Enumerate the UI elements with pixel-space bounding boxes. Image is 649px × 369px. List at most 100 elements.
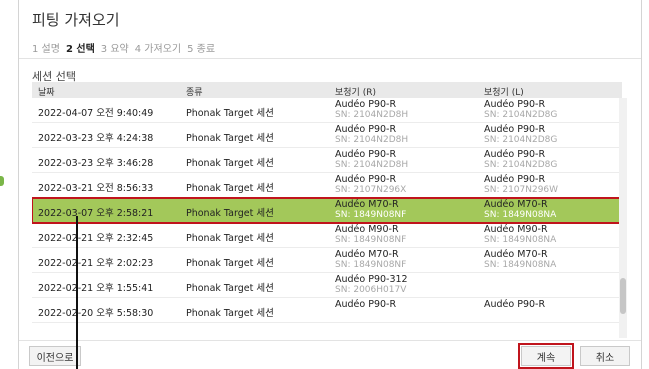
left-aid-serial: SN: 1849N08NA <box>484 210 557 220</box>
cell-type: Phonak Target 세션 <box>186 133 274 144</box>
right-aid-model: Audéo M70-R <box>335 249 399 260</box>
scrollbar-thumb[interactable] <box>620 278 626 314</box>
right-aid-model: Audéo P90-R <box>335 149 397 160</box>
callout-line <box>76 216 78 369</box>
table-row[interactable]: 2022-02-20 오후 5:58:30 Phonak Target 세션 Aud… <box>32 298 622 323</box>
cell-right-aid: Audéo P90-R SN: 2104N2D8H <box>335 99 408 121</box>
back-button[interactable]: 이전으로 <box>29 346 81 366</box>
cell-left-aid: Audéo P90-R SN: 2107N296W <box>484 174 558 196</box>
table-row[interactable]: 2022-02-21 오후 2:32:45 Phonak Target 세션 Aud… <box>32 223 622 248</box>
cancel-button[interactable]: 취소 <box>580 346 630 366</box>
header-left-aid[interactable]: 보청기 (L) <box>484 85 524 98</box>
left-aid-model: Audéo P90-R <box>484 99 546 110</box>
divider <box>19 58 641 59</box>
step-2-current: 2 선택 <box>65 44 95 55</box>
cell-left-aid: Audéo P90-R SN: 2104N2D8G <box>484 99 557 121</box>
cell-date: 2022-02-21 오후 2:32:45 <box>38 233 154 244</box>
table-header: 날짜 종류 보청기 (R) 보청기 (L) <box>32 82 622 98</box>
right-aid-model: Audéo M90-R <box>335 224 399 235</box>
cell-date: 2022-03-23 오후 3:46:28 <box>38 158 154 169</box>
right-aid-model: Audéo P90-312 <box>335 274 408 285</box>
left-aid-model: Audéo M90-R <box>484 224 548 235</box>
step-indicator: 1 설명 2 선택 3 요약 4 가져오기 5 종료 <box>32 40 215 55</box>
left-aid-serial: SN: 2104N2D8G <box>484 160 558 170</box>
cell-left-aid: Audéo P90-R SN: 2104N2D8G <box>484 149 557 171</box>
header-right-aid[interactable]: 보청기 (R) <box>335 85 376 98</box>
cell-left-aid: Audéo P90-R <box>484 299 545 310</box>
step-5: 5 종료 <box>187 44 216 55</box>
cell-date: 2022-02-20 오후 5:58:30 <box>38 308 154 319</box>
cell-left-aid: Audéo M70-R SN: 1849N08NA <box>484 249 556 271</box>
continue-button[interactable]: 계속 <box>518 343 574 369</box>
cell-type: Phonak Target 세션 <box>186 108 274 119</box>
left-aid-model: Audéo P90-R <box>484 299 546 310</box>
right-aid-model: Audéo P90-R <box>335 299 397 310</box>
session-table: 날짜 종류 보청기 (R) 보청기 (L) 2022-04-07 오전 9:40… <box>32 82 630 340</box>
cell-left-aid: Audéo M70-R SN: 1849N08NA <box>484 199 556 221</box>
cell-date: 2022-03-21 오전 8:56:33 <box>38 183 154 194</box>
right-aid-serial: SN: 1849N08NF <box>335 260 407 270</box>
right-aid-serial: SN: 2104N2D8H <box>335 160 409 170</box>
step-4: 4 가져오기 <box>134 44 182 55</box>
vertical-scrollbar[interactable] <box>619 98 627 338</box>
cell-type: Phonak Target 세션 <box>186 233 274 244</box>
cell-right-aid: Audéo M90-R SN: 1849N08NF <box>335 224 406 246</box>
left-gutter <box>0 0 18 369</box>
step-1: 1 설명 <box>32 44 60 55</box>
cell-type: Phonak Target 세션 <box>186 208 274 219</box>
table-row[interactable]: 2022-02-21 오후 2:02:23 Phonak Target 세션 Aud… <box>32 248 622 273</box>
table-body: 2022-04-07 오전 9:40:49 Phonak Target 세션 Aud… <box>32 98 623 323</box>
cell-left-aid: Audéo P90-R SN: 2104N2D8G <box>484 124 557 146</box>
cell-right-aid: Audéo P90-312 SN: 2006H017V <box>335 274 408 296</box>
cell-date: 2022-02-21 오후 2:02:23 <box>38 258 154 269</box>
green-marker-icon <box>0 176 4 186</box>
right-aid-serial: SN: 1849N08NF <box>335 235 407 245</box>
header-date[interactable]: 날짜 <box>38 85 55 98</box>
right-aid-model: Audéo P90-R <box>335 174 397 185</box>
table-row[interactable]: 2022-03-23 오후 4:24:38 Phonak Target 세션 Aud… <box>32 123 622 148</box>
cell-left-aid: Audéo M90-R SN: 1849N08NA <box>484 224 556 246</box>
table-row[interactable]: 2022-02-21 오후 1:55:41 Phonak Target 세션 Aud… <box>32 273 622 298</box>
cell-date: 2022-04-07 오전 9:40:49 <box>38 108 154 119</box>
right-aid-model: Audéo P90-R <box>335 99 397 110</box>
cell-right-aid: Audéo P90-R SN: 2104N2D8H <box>335 149 408 171</box>
left-aid-serial: SN: 1849N08NA <box>484 235 557 245</box>
right-aid-serial: SN: 2104N2D8H <box>335 135 409 145</box>
right-aid-serial: SN: 2107N296X <box>335 185 407 195</box>
cell-right-aid: Audéo M70-R SN: 1849N08NF <box>335 249 406 271</box>
left-aid-model: Audéo M70-R <box>484 199 548 210</box>
cell-type: Phonak Target 세션 <box>186 258 274 269</box>
cell-type: Phonak Target 세션 <box>186 183 274 194</box>
table-row-selected[interactable]: 2022-03-07 오후 2:58:21 Phonak Target 세션 Aud… <box>32 197 623 224</box>
import-fitting-dialog: 피팅 가져오기 1 설명 2 선택 3 요약 4 가져오기 5 종료 세션 선택… <box>18 0 642 369</box>
cell-right-aid: Audéo M70-R SN: 1849N08NF <box>335 199 406 221</box>
left-aid-model: Audéo P90-R <box>484 149 546 160</box>
right-aid-serial: SN: 2104N2D8H <box>335 110 409 120</box>
left-aid-model: Audéo P90-R <box>484 124 546 135</box>
cell-type: Phonak Target 세션 <box>186 283 274 294</box>
cell-type: Phonak Target 세션 <box>186 308 274 319</box>
left-aid-serial: SN: 2104N2D8G <box>484 135 558 145</box>
table-row[interactable]: 2022-03-23 오후 3:46:28 Phonak Target 세션 Aud… <box>32 148 622 173</box>
header-type[interactable]: 종류 <box>186 85 203 98</box>
cell-right-aid: Audéo P90-R SN: 2104N2D8H <box>335 124 408 146</box>
cell-right-aid: Audéo P90-R <box>335 299 396 310</box>
table-row[interactable]: 2022-03-21 오전 8:56:33 Phonak Target 세션 Aud… <box>32 173 622 198</box>
cell-type: Phonak Target 세션 <box>186 158 274 169</box>
dialog-title: 피팅 가져오기 <box>32 11 120 29</box>
left-aid-serial: SN: 1849N08NA <box>484 260 557 270</box>
right-aid-serial: SN: 1849N08NF <box>335 210 407 220</box>
cell-date: 2022-03-07 오후 2:58:21 <box>38 208 154 219</box>
divider <box>19 340 641 341</box>
cell-date: 2022-03-23 오후 4:24:38 <box>38 133 154 144</box>
left-aid-serial: SN: 2104N2D8G <box>484 110 558 120</box>
right-aid-serial: SN: 2006H017V <box>335 285 407 295</box>
left-aid-serial: SN: 2107N296W <box>484 185 559 195</box>
step-3: 3 요약 <box>100 44 129 55</box>
right-aid-model: Audéo P90-R <box>335 124 397 135</box>
cell-date: 2022-02-21 오후 1:55:41 <box>38 283 154 294</box>
right-aid-model: Audéo M70-R <box>335 199 399 210</box>
table-row[interactable]: 2022-04-07 오전 9:40:49 Phonak Target 세션 Aud… <box>32 98 622 123</box>
left-aid-model: Audéo M70-R <box>484 249 548 260</box>
left-aid-model: Audéo P90-R <box>484 174 546 185</box>
